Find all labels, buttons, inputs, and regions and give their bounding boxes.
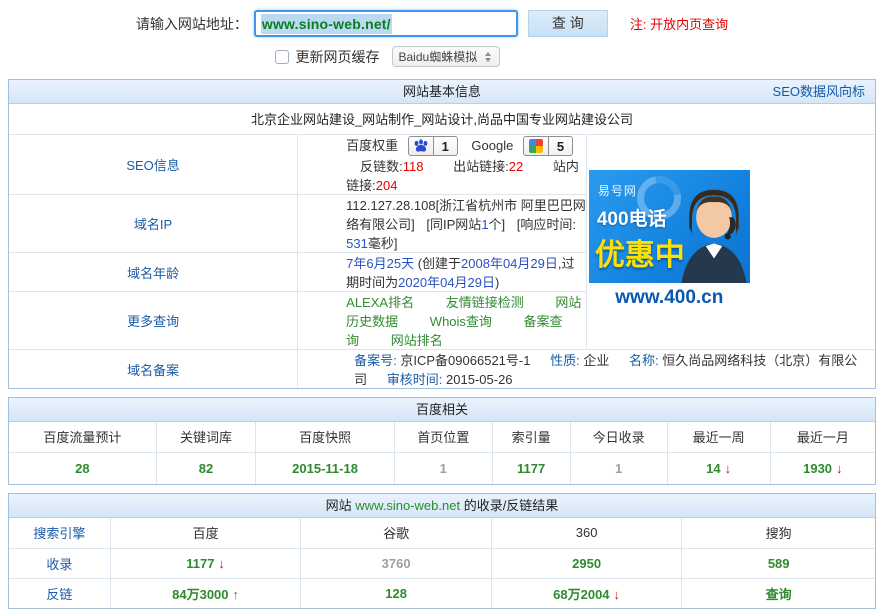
- spider-select-value: Baidu蜘蛛模拟: [398, 50, 478, 64]
- result-title-prefix: 网站: [325, 498, 356, 514]
- col-home-position: 首页位置: [393, 422, 493, 453]
- ad-url: www.400.cn: [615, 287, 724, 309]
- url-input-label: 请输入网站地址：: [135, 15, 248, 32]
- row-label-included: 收录: [9, 547, 111, 579]
- update-cache-label: 更新网页缓存: [295, 48, 380, 65]
- baidu-included-value[interactable]: 1177: [186, 556, 214, 571]
- baidu-weight-value: 1: [433, 136, 458, 157]
- col-engine-360: 360: [490, 518, 682, 549]
- search-button[interactable]: 查 询: [527, 10, 608, 37]
- basic-info-header: 网站基本信息 SEO数据风向标: [9, 80, 875, 104]
- baidu-weight-widget[interactable]: 1: [407, 136, 458, 157]
- row-label-ip: 域名IP: [9, 194, 299, 253]
- trend-down-icon: ↓: [218, 555, 225, 571]
- alexa-rank-link[interactable]: ALEXA排名: [346, 295, 414, 310]
- col-baidu-traffic: 百度流量预计: [43, 430, 122, 446]
- result-panel-header: 网站 www.sino-web.net 的收录/反链结果: [9, 494, 875, 519]
- seo-trend-link[interactable]: SEO数据风向标: [773, 80, 865, 104]
- ad-line2: 优惠中: [594, 239, 685, 273]
- row-label-more: 更多查询: [9, 291, 299, 350]
- trend-down-icon: ↓: [724, 460, 732, 476]
- seo-info-row: 百度权重 1 Google 5 反链数:118 出站链接:22 站内链接:204: [297, 133, 587, 195]
- beian-date-field: 审核时间: 2015-05-26: [386, 372, 513, 388]
- beian-number-field: 备案号: 京ICP备09066521号-1: [354, 353, 531, 369]
- col-engine-sogou: 搜狗: [681, 518, 875, 549]
- google-included-value: 3760: [381, 555, 411, 571]
- row-label-beian: 域名备案: [9, 349, 299, 389]
- keyword-lib-value[interactable]: 82: [199, 461, 213, 476]
- baidu-snapshot-value[interactable]: 2015-11-18: [292, 461, 358, 476]
- trend-up-icon: ↑: [232, 586, 240, 602]
- baidu-paw-icon: [407, 136, 434, 157]
- result-title-suffix: 的收录/反链结果: [460, 498, 559, 514]
- basic-info-title: 网站基本信息: [402, 84, 481, 99]
- outbound-links-stat: 出站链接:22: [453, 159, 524, 175]
- ad-brand: 易号网: [597, 184, 637, 199]
- home-position-value: 1: [439, 460, 447, 476]
- so360-backlinks-value[interactable]: 68万2004: [553, 587, 609, 602]
- domain-age-row: 7年6月25天 (创建于2008年04月29日,过期时间为2020年04月29日…: [297, 252, 587, 292]
- col-engine-google: 谷歌: [300, 518, 492, 549]
- basic-info-panel: 网站基本信息 SEO数据风向标 北京企业网站建设_网站制作_网站设计,尚品中国专…: [8, 79, 876, 390]
- so360-included-value[interactable]: 2950: [572, 556, 601, 571]
- site-rank-link[interactable]: 网站排名: [391, 333, 443, 348]
- google-pr-value: 5: [548, 136, 573, 157]
- row-label-age: 域名年龄: [9, 252, 299, 292]
- sogou-included-value[interactable]: 589: [768, 556, 790, 571]
- backlinks-stat: 反链数:118: [360, 159, 424, 175]
- baidu-panel: 百度相关 百度流量预计 关键词库 百度快照 首页位置 索引量 今日收录 最近一周…: [8, 397, 876, 486]
- query-bar: 请输入网站地址： www.sino-web.net/ 查 询 注: 开放内页查询…: [0, 0, 884, 67]
- more-queries-row: ALEXA排名 友情链接检测 网站历史数据 Whois查询 备案查询 网站排名: [297, 291, 587, 350]
- google-backlinks-value[interactable]: 128: [385, 586, 407, 601]
- ad-url-bar: www.400.cn: [588, 283, 750, 314]
- whois-query-link[interactable]: Whois查询: [430, 314, 492, 329]
- sogou-backlinks-query-link[interactable]: 查询: [766, 587, 792, 602]
- last-week-value[interactable]: 14: [706, 461, 720, 476]
- same-ip-stat[interactable]: [同IP网站1个]: [426, 217, 505, 232]
- index-volume-value[interactable]: 1177: [517, 461, 545, 476]
- baidu-weight-label: 百度权重: [346, 137, 399, 153]
- ad-cell: 易号网 400电话 优惠中 www.400.cn: [585, 133, 875, 350]
- col-last-week: 最近一周: [666, 422, 771, 453]
- trend-down-icon: ↓: [613, 586, 621, 602]
- spider-select[interactable]: Baidu蜘蛛模拟: [391, 46, 500, 67]
- col-baidu-snapshot: 百度快照: [255, 422, 395, 453]
- google-icon: [522, 136, 549, 157]
- baidu-backlinks-value[interactable]: 84万3000: [172, 587, 228, 602]
- update-cache-checkbox[interactable]: [274, 49, 289, 64]
- today-included-value: 1: [615, 460, 623, 476]
- col-keyword-lib: 关键词库: [155, 422, 256, 453]
- ad-line1: 400电话: [596, 209, 667, 231]
- friend-link-check-link[interactable]: 友情链接检测: [446, 295, 524, 310]
- col-last-month: 最近一月: [769, 422, 875, 453]
- col-engine-baidu: 百度: [109, 518, 301, 549]
- last-month-value[interactable]: 1930: [803, 461, 832, 476]
- google-pr-widget[interactable]: 5: [522, 136, 573, 157]
- domain-ip-row: 112.127.28.108[浙江省杭州市 阿里巴巴网络有限公司] [同IP网站…: [297, 194, 587, 253]
- baidu-panel-title: 百度相关: [415, 402, 468, 418]
- url-input[interactable]: www.sino-web.net/: [253, 10, 518, 37]
- row-label-backlinks: 反链: [9, 577, 111, 609]
- result-title-domain: www.sino-web.net: [355, 498, 461, 514]
- select-stepper-icon: [485, 51, 492, 62]
- google-pr-label: Google: [471, 137, 514, 153]
- row-label-seo: SEO信息: [9, 133, 299, 195]
- url-input-value: www.sino-web.net/: [260, 13, 392, 34]
- baidu-traffic-value[interactable]: 28: [75, 461, 89, 476]
- col-index-volume: 索引量: [491, 422, 571, 453]
- beian-row: 备案号: 京ICP备09066521号-1 性质: 企业 名称: 恒久尚品网络科…: [297, 349, 875, 389]
- col-today-included: 今日收录: [569, 422, 668, 453]
- inner-page-note: 注: 开放内页查询: [629, 17, 729, 32]
- trend-down-icon: ↓: [836, 460, 843, 476]
- baidu-panel-header: 百度相关: [9, 398, 875, 423]
- site-title: 北京企业网站建设_网站制作_网站设计,尚品中国专业网站建设公司: [250, 112, 634, 128]
- ad-banner[interactable]: 易号网 400电话 优惠中 www.400.cn: [588, 170, 750, 314]
- col-search-engine: 搜索引擎: [33, 526, 86, 542]
- result-panel: 网站 www.sino-web.net 的收录/反链结果 搜索引擎 百度 谷歌 …: [8, 493, 876, 609]
- beian-nature-field: 性质: 企业: [550, 353, 610, 369]
